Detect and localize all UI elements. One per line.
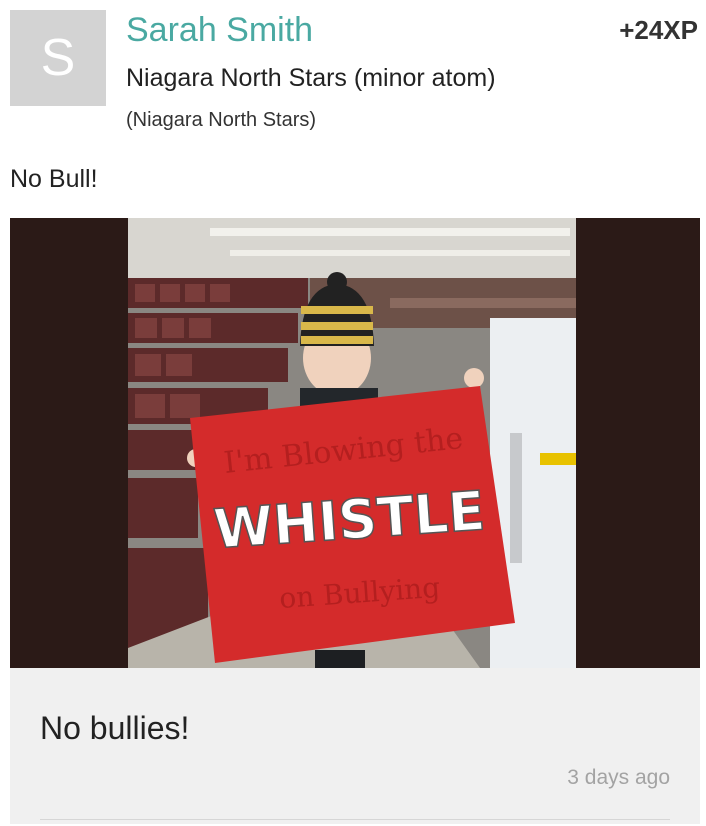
organization-name: (Niagara North Stars) [126, 109, 317, 131]
post-header: S Sarah Smith +24XP Niagara North Stars … [0, 0, 706, 140]
divider [40, 819, 670, 820]
xp-badge: +24XP [619, 15, 698, 45]
user-name-link[interactable]: Sarah Smith [126, 10, 313, 50]
avatar[interactable]: S [10, 10, 106, 106]
comment-text: No bullies! [40, 710, 190, 746]
post-photo[interactable]: I'm Blowing the WHISTLE on Bullying [10, 218, 700, 668]
comment-box: No bullies! 3 days ago [10, 668, 700, 824]
team-name[interactable]: Niagara North Stars (minor atom) [126, 62, 496, 94]
post-text: No Bull! [10, 165, 98, 193]
post-timestamp: 3 days ago [567, 766, 670, 789]
